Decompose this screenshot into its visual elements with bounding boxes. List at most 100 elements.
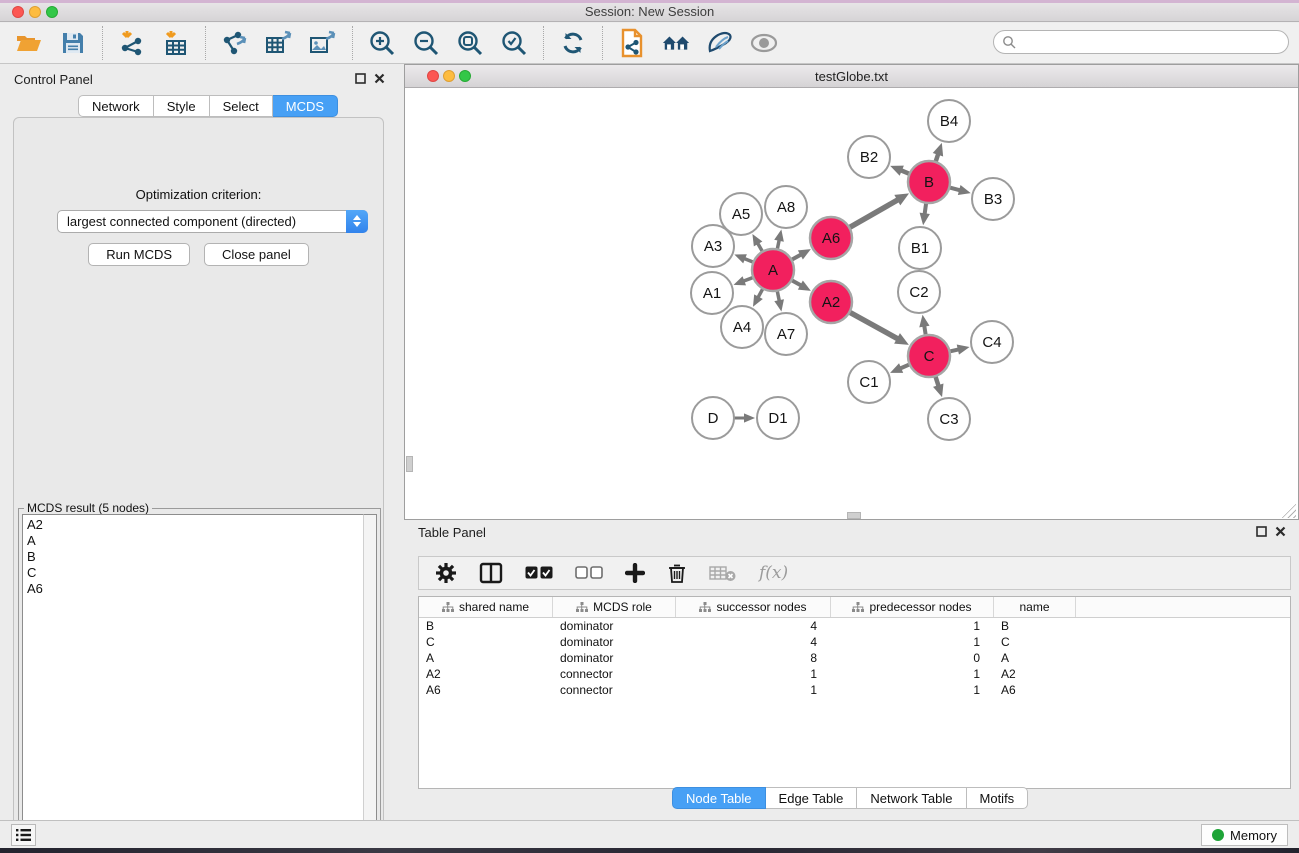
table-options-button[interactable] bbox=[435, 562, 457, 584]
graph-node-label: D bbox=[708, 410, 719, 427]
close-panel-icon[interactable] bbox=[374, 73, 385, 84]
table-row[interactable]: Cdominator41C bbox=[419, 634, 1290, 650]
table-cell: A6 bbox=[419, 683, 553, 697]
column-header-mcds-role[interactable]: MCDS role bbox=[553, 597, 676, 617]
new-network-button[interactable] bbox=[617, 28, 647, 58]
delete-table-button[interactable] bbox=[709, 564, 737, 582]
result-item[interactable]: C bbox=[27, 565, 363, 581]
export-image-icon bbox=[309, 30, 337, 56]
table-cell: dominator bbox=[553, 635, 676, 649]
import-network-button[interactable] bbox=[117, 28, 147, 58]
optimization-criterion-label: Optimization criterion: bbox=[14, 187, 383, 202]
tab-style[interactable]: Style bbox=[154, 95, 210, 117]
graph-node-label: A4 bbox=[733, 319, 751, 336]
close-panel-button[interactable]: Close panel bbox=[204, 243, 309, 266]
delete-row-button[interactable] bbox=[667, 562, 687, 584]
float-table-panel-icon[interactable] bbox=[1256, 526, 1267, 537]
column-header-predecessor-nodes[interactable]: predecessor nodes bbox=[831, 597, 994, 617]
save-floppy-icon bbox=[61, 31, 85, 55]
graph-edge[interactable] bbox=[849, 312, 899, 340]
search-field[interactable] bbox=[993, 30, 1289, 54]
criterion-select[interactable]: largest connected component (directed) bbox=[57, 210, 368, 233]
shared-column-icon bbox=[442, 602, 454, 613]
zoom-selected-button[interactable] bbox=[499, 28, 529, 58]
select-all-button[interactable] bbox=[525, 566, 553, 580]
export-table-icon bbox=[265, 30, 293, 56]
zoom-out-button[interactable] bbox=[411, 28, 441, 58]
table-row[interactable]: A2connector11A2 bbox=[419, 666, 1290, 682]
memory-button[interactable]: Memory bbox=[1201, 824, 1288, 846]
network-graph[interactable]: B4B2BB3A5A8A6A3AB1A1A2C2A4A7C4CC1C3DD1 bbox=[406, 89, 1297, 519]
result-item[interactable]: A bbox=[27, 533, 363, 549]
import-table-icon bbox=[163, 30, 189, 56]
table-body: Bdominator41BCdominator41CAdominator80AA… bbox=[419, 618, 1290, 698]
column-header-successor-nodes[interactable]: successor nodes bbox=[676, 597, 831, 617]
save-session-button[interactable] bbox=[58, 28, 88, 58]
show-graphics-details-button[interactable] bbox=[705, 28, 735, 58]
tab-node-table[interactable]: Node Table bbox=[672, 787, 766, 809]
result-scrollbar[interactable] bbox=[363, 514, 377, 848]
table-cell: connector bbox=[553, 667, 676, 681]
column-header-shared-name[interactable]: shared name bbox=[419, 597, 553, 617]
table-cell: 1 bbox=[831, 635, 994, 649]
export-table-button[interactable] bbox=[264, 28, 294, 58]
tab-network-table[interactable]: Network Table bbox=[857, 787, 966, 809]
run-mcds-button[interactable]: Run MCDS bbox=[88, 243, 190, 266]
zoom-fit-icon bbox=[456, 29, 484, 57]
graph-edge-arrowhead bbox=[958, 185, 971, 195]
export-network-button[interactable] bbox=[220, 28, 250, 58]
graph-node-label: A3 bbox=[704, 238, 722, 255]
tab-mcds[interactable]: MCDS bbox=[273, 95, 338, 117]
import-table-button[interactable] bbox=[161, 28, 191, 58]
table-cell: dominator bbox=[553, 651, 676, 665]
horizontal-scroll-thumb[interactable] bbox=[847, 512, 861, 519]
control-panel: Control Panel Network Style Select MCDS … bbox=[0, 64, 397, 820]
table-row[interactable]: Adominator80A bbox=[419, 650, 1290, 666]
home-icon bbox=[661, 31, 691, 55]
export-network-icon bbox=[221, 30, 249, 56]
zoom-fit-button[interactable] bbox=[455, 28, 485, 58]
table-cell: A6 bbox=[994, 683, 1076, 697]
network-canvas[interactable]: B4B2BB3A5A8A6A3AB1A1A2C2A4A7C4CC1C3DD1 bbox=[406, 89, 1297, 519]
tab-edge-table[interactable]: Edge Table bbox=[766, 787, 858, 809]
graph-edge[interactable] bbox=[848, 199, 899, 228]
function-builder-button[interactable]: f(x) bbox=[759, 563, 788, 583]
memory-label: Memory bbox=[1230, 828, 1277, 843]
graph-node-label: D1 bbox=[768, 410, 787, 427]
vertical-scroll-thumb[interactable] bbox=[406, 456, 413, 472]
deselect-all-icon bbox=[575, 566, 603, 580]
export-image-button[interactable] bbox=[308, 28, 338, 58]
tab-motifs[interactable]: Motifs bbox=[967, 787, 1029, 809]
table-cell: 4 bbox=[676, 635, 831, 649]
graph-node-label: B1 bbox=[911, 240, 929, 257]
select-all-icon bbox=[525, 566, 553, 580]
window-title: Session: New Session bbox=[0, 4, 1299, 19]
mcds-result-title: MCDS result (5 nodes) bbox=[24, 501, 152, 515]
show-log-button[interactable] bbox=[11, 824, 36, 846]
float-panel-icon[interactable] bbox=[355, 73, 366, 84]
column-header-name[interactable]: name bbox=[994, 597, 1076, 617]
column-label: shared name bbox=[459, 600, 529, 614]
network-window-title: testGlobe.txt bbox=[405, 69, 1298, 84]
table-row[interactable]: Bdominator41B bbox=[419, 618, 1290, 634]
graph-edge-arrowhead bbox=[919, 315, 929, 328]
open-session-button[interactable] bbox=[14, 28, 44, 58]
show-column-button[interactable] bbox=[479, 562, 503, 584]
apply-layout-button[interactable] bbox=[558, 28, 588, 58]
column-label: name bbox=[1019, 600, 1049, 614]
home-button[interactable] bbox=[661, 28, 691, 58]
table-cell: 8 bbox=[676, 651, 831, 665]
toggle-visibility-button[interactable] bbox=[749, 28, 779, 58]
deselect-all-button[interactable] bbox=[575, 566, 603, 580]
close-table-panel-icon[interactable] bbox=[1275, 526, 1286, 537]
add-row-button[interactable] bbox=[625, 563, 645, 583]
table-panel-title: Table Panel bbox=[418, 525, 486, 540]
result-item[interactable]: B bbox=[27, 549, 363, 565]
tab-select[interactable]: Select bbox=[210, 95, 273, 117]
result-item[interactable]: A2 bbox=[27, 517, 363, 533]
table-row[interactable]: A6connector11A6 bbox=[419, 682, 1290, 698]
zoom-in-button[interactable] bbox=[367, 28, 397, 58]
result-item[interactable]: A6 bbox=[27, 581, 363, 597]
tab-network[interactable]: Network bbox=[78, 95, 154, 117]
mcds-result-list[interactable]: A2ABCA6 bbox=[22, 514, 363, 848]
